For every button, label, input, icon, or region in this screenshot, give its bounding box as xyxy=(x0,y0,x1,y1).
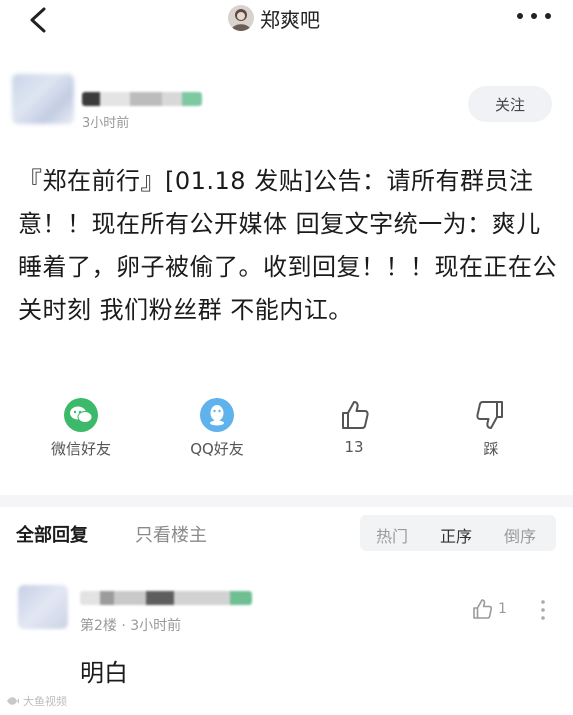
forum-avatar xyxy=(228,5,254,31)
top-bar: 郑爽吧 xyxy=(0,0,573,40)
like-count: 13 xyxy=(344,438,364,456)
share-wechat-button[interactable]: 微信好友 xyxy=(26,398,136,459)
reply-avatar[interactable] xyxy=(18,585,68,629)
section-divider xyxy=(0,495,573,507)
watermark-text: 大鱼视频 xyxy=(23,695,67,708)
author-name-redacted[interactable] xyxy=(82,92,202,106)
reply-author-redacted[interactable] xyxy=(80,591,252,605)
reply-meta: 第2楼 · 3小时前 xyxy=(80,618,182,634)
dislike-label: 踩 xyxy=(483,440,499,458)
sort-ascending[interactable]: 正序 xyxy=(440,523,472,547)
author-avatar[interactable] xyxy=(12,74,74,124)
forum-title[interactable]: 郑爽吧 xyxy=(228,2,320,34)
post-author: 3小时前 关注 xyxy=(8,70,568,140)
reply-text: 明白 xyxy=(80,659,128,687)
fish-logo-icon xyxy=(7,697,19,705)
thumbs-up-icon xyxy=(342,401,369,429)
post-actions: 微信好友 QQ好友 13 踩 xyxy=(0,398,573,468)
sort-switcher: 热门 正序 倒序 xyxy=(360,515,556,551)
sort-descending[interactable]: 倒序 xyxy=(504,523,536,547)
more-dots-icon[interactable] xyxy=(514,4,554,28)
tab-op-only[interactable]: 只看楼主 xyxy=(135,521,207,547)
watermark: 大鱼视频 xyxy=(6,693,67,709)
thumbs-down-icon xyxy=(476,401,503,429)
more-vertical-icon[interactable] xyxy=(540,599,546,621)
thumbs-up-icon[interactable] xyxy=(470,597,494,621)
reply-item: 第2楼 · 3小时前 1 明白 xyxy=(0,575,573,715)
like-button[interactable]: 13 xyxy=(299,398,409,456)
forum-name: 郑爽吧 xyxy=(260,7,320,32)
reply-tabs: 全部回复 只看楼主 热门 正序 倒序 xyxy=(0,507,573,557)
wechat-label: 微信好友 xyxy=(50,440,111,458)
sort-hot[interactable]: 热门 xyxy=(376,523,408,547)
dislike-button[interactable]: 踩 xyxy=(436,398,546,459)
follow-button[interactable]: 关注 xyxy=(468,86,552,122)
reply-like-count: 1 xyxy=(498,601,507,617)
tab-all-replies[interactable]: 全部回复 xyxy=(16,521,88,547)
post-body: 『郑在前行』[01.18 发贴]公告：请所有群员注意！！现在所有公开媒体 回复文… xyxy=(18,167,557,324)
post-time: 3小时前 xyxy=(82,116,130,131)
chevron-left-icon[interactable] xyxy=(26,6,52,34)
share-qq-button[interactable]: QQ好友 xyxy=(162,398,272,459)
wechat-icon xyxy=(64,398,98,432)
qq-label: QQ好友 xyxy=(190,440,244,458)
qq-icon xyxy=(200,398,234,432)
